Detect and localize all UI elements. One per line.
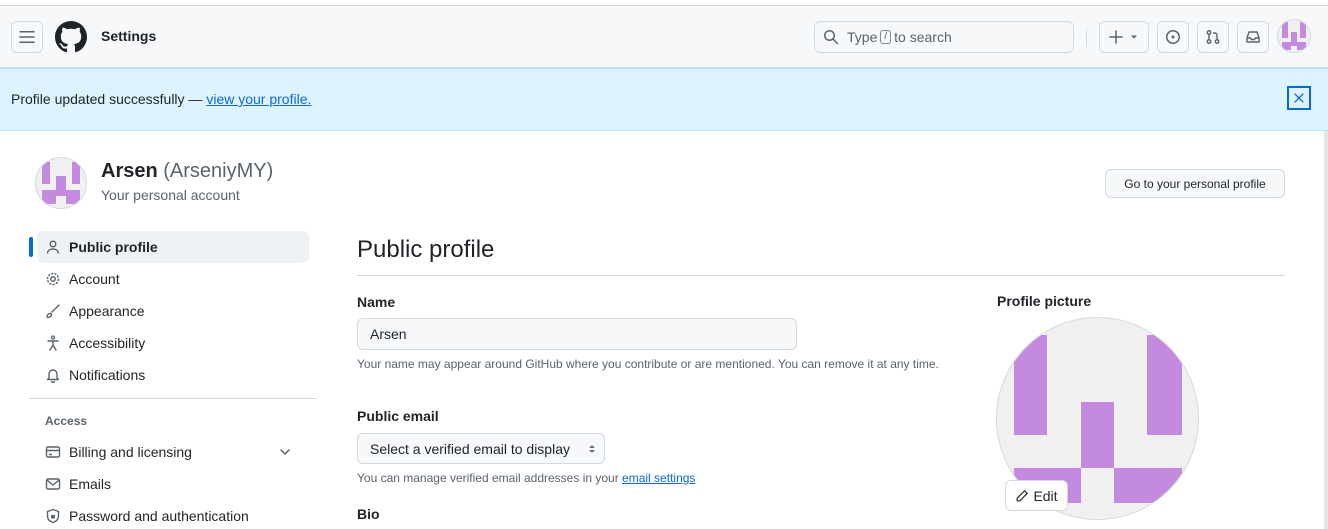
flash-message: Profile updated successfully — view your… xyxy=(11,91,311,107)
email-settings-link[interactable]: email settings xyxy=(622,471,695,485)
sidebar-item-password[interactable]: Password and authentication xyxy=(29,500,317,529)
close-icon xyxy=(1294,93,1304,103)
pull-requests-button[interactable] xyxy=(1197,21,1229,53)
issue-opened-icon xyxy=(1166,30,1180,44)
sidebar-item-label: Accessibility xyxy=(69,335,146,351)
search-icon xyxy=(824,30,839,45)
create-new-button[interactable] xyxy=(1099,21,1149,53)
sidebar-item-public-profile[interactable]: Public profile xyxy=(29,231,309,263)
public-email-label: Public email xyxy=(357,408,439,424)
hamburger-icon xyxy=(19,31,35,43)
account-avatar xyxy=(36,158,86,208)
sidebar-item-notifications[interactable]: Notifications xyxy=(29,359,317,391)
email-help-text: You can manage verified email addresses … xyxy=(357,469,695,487)
edit-label: Edit xyxy=(1033,487,1058,504)
select-arrows-icon xyxy=(589,445,595,453)
account-login: (ArseniyMY) xyxy=(163,160,274,182)
sidebar-item-appearance[interactable]: Appearance xyxy=(29,295,317,327)
settings-sidebar: Public profile Account Appearance Access… xyxy=(29,231,317,529)
gear-icon xyxy=(46,272,60,286)
search-input[interactable]: Type / to search xyxy=(814,21,1074,53)
page-title: Public profile xyxy=(357,236,1285,276)
inbox-button[interactable] xyxy=(1237,21,1269,53)
pencil-icon xyxy=(1017,489,1029,501)
sidebar-item-label: Public profile xyxy=(69,239,158,255)
mail-icon xyxy=(45,478,61,490)
issues-button[interactable] xyxy=(1157,21,1189,53)
page-scrollbar[interactable] xyxy=(1324,131,1328,529)
active-indicator xyxy=(29,237,33,257)
sidebar-item-emails[interactable]: Emails xyxy=(29,468,317,500)
email-help-prefix: You can manage verified email addresses … xyxy=(357,471,623,485)
flash-close-button[interactable] xyxy=(1287,86,1311,110)
triangle-down-icon xyxy=(1131,35,1137,39)
shield-lock-icon xyxy=(46,508,60,524)
sidebar-item-label: Billing and licensing xyxy=(69,444,192,460)
identicon-avatar xyxy=(1282,22,1306,50)
flash-text: Profile updated successfully — xyxy=(11,91,207,107)
credit-card-icon xyxy=(45,446,61,458)
edit-avatar-button[interactable]: Edit xyxy=(1005,480,1068,511)
git-pull-request-icon xyxy=(1206,30,1220,44)
sidebar-item-label: Notifications xyxy=(69,367,146,383)
sidebar-item-label: Password and authentication xyxy=(69,508,249,524)
plus-icon xyxy=(1109,30,1123,44)
accessibility-icon xyxy=(47,335,59,351)
paintbrush-icon xyxy=(46,304,60,319)
sidebar-heading-access: Access xyxy=(45,414,88,428)
account-subtitle: Your personal account xyxy=(101,187,240,203)
sidebar-item-accessibility[interactable]: Accessibility xyxy=(29,327,317,359)
page-context-title[interactable]: Settings xyxy=(101,28,156,44)
name-input[interactable]: Arsen xyxy=(357,318,797,350)
sidebar-item-label: Appearance xyxy=(69,303,145,319)
bell-icon xyxy=(46,369,60,383)
sidebar-item-account[interactable]: Account xyxy=(29,263,317,295)
name-help-text: Your name may appear around GitHub where… xyxy=(357,357,939,371)
search-shortcut-key: / xyxy=(880,30,892,44)
sidebar-item-label: Account xyxy=(69,271,120,287)
search-prefix: Type xyxy=(847,29,878,45)
inbox-icon xyxy=(1246,31,1260,43)
user-avatar-menu[interactable] xyxy=(1278,20,1310,52)
header-divider xyxy=(1086,29,1087,47)
view-profile-link[interactable]: view your profile. xyxy=(206,91,311,107)
go-to-profile-button[interactable]: Go to your personal profile xyxy=(1105,169,1285,198)
flash-banner: Profile updated successfully — view your… xyxy=(0,68,1328,131)
app-header: Settings Type / to search xyxy=(0,6,1328,68)
select-value: Select a verified email to display xyxy=(370,440,570,457)
github-logo-icon[interactable] xyxy=(55,21,87,53)
chevron-down-icon[interactable] xyxy=(277,444,293,460)
identicon-avatar-medium xyxy=(42,162,80,204)
bio-label: Bio xyxy=(357,506,380,522)
account-name: Arsen (ArseniyMY) xyxy=(101,160,273,183)
account-display-name: Arsen xyxy=(101,160,158,182)
sidebar-item-label: Emails xyxy=(69,476,112,492)
main-content: Public profile xyxy=(357,236,1285,276)
person-icon xyxy=(46,240,60,254)
profile-picture-label: Profile picture xyxy=(997,293,1092,309)
public-email-select[interactable]: Select a verified email to display xyxy=(357,433,605,464)
name-label: Name xyxy=(357,294,396,310)
sidebar-divider xyxy=(29,398,317,399)
menu-button[interactable] xyxy=(11,21,43,53)
sidebar-item-billing[interactable]: Billing and licensing xyxy=(29,436,317,468)
search-suffix: to search xyxy=(894,29,952,45)
